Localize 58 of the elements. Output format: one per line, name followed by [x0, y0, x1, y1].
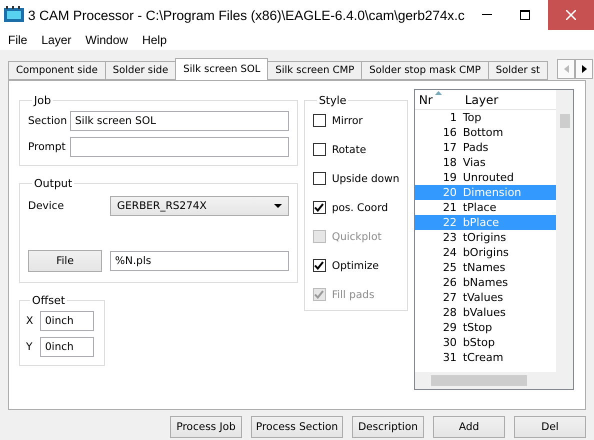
- tab[interactable]: Solder stop mask CMP: [361, 61, 489, 80]
- horizontal-scrollbar[interactable]: [414, 372, 573, 389]
- checkmark-icon: [314, 203, 324, 212]
- checkbox[interactable]: [312, 259, 326, 272]
- checkbox[interactable]: [312, 201, 326, 214]
- action-button[interactable]: Del: [514, 416, 586, 438]
- group-title: Style: [318, 94, 348, 107]
- menu-item[interactable]: Window: [85, 33, 136, 47]
- device-dropdown[interactable]: GERBER_RS274X: [110, 196, 289, 216]
- checkmark-icon: [314, 290, 324, 299]
- checkbox[interactable]: [312, 143, 326, 156]
- x-offset-field[interactable]: 0inch: [40, 311, 94, 331]
- close-icon[interactable]: [566, 10, 576, 20]
- action-button[interactable]: Description: [352, 416, 424, 438]
- minimize-icon[interactable]: [482, 14, 492, 16]
- sort-arrow-icon: [434, 91, 442, 95]
- checkbox-option[interactable]: Rotate: [312, 138, 400, 161]
- group-title: Output: [33, 177, 74, 190]
- menu-item[interactable]: Help: [142, 33, 175, 47]
- checkmark-icon: [314, 261, 324, 270]
- section-field[interactable]: Silk screen SOL: [70, 111, 289, 131]
- field-label: Prompt: [28, 141, 67, 153]
- right-arrow-icon: [582, 65, 586, 73]
- prompt-field[interactable]: [70, 137, 289, 157]
- file-button[interactable]: File: [28, 250, 102, 272]
- field-label: Device: [28, 200, 65, 212]
- menu-item[interactable]: File: [8, 33, 36, 47]
- checkbox-option[interactable]: Mirror: [312, 109, 400, 132]
- vertical-scrollbar[interactable]: [556, 90, 573, 372]
- action-button[interactable]: Add: [433, 416, 505, 438]
- tab[interactable]: Silk screen CMP: [267, 61, 362, 80]
- checkbox-option[interactable]: Optimize: [312, 254, 400, 277]
- y-offset-field[interactable]: 0inch: [40, 337, 94, 357]
- checkbox[interactable]: [312, 114, 326, 127]
- scroll-right-button[interactable]: [575, 59, 593, 79]
- file-field[interactable]: %N.pls: [110, 251, 289, 271]
- action-button[interactable]: Process Section: [251, 416, 343, 438]
- checkbox-option[interactable]: Upside down: [312, 167, 400, 190]
- app-icon: [4, 6, 24, 24]
- checkbox[interactable]: [312, 172, 326, 185]
- tab[interactable]: Solder st: [488, 61, 548, 80]
- action-button[interactable]: Process Job: [170, 416, 242, 438]
- window-title: 3 CAM Processor - C:\Program Files (x86)\EAGLE-6.4.0\cam\gerb274x.c: [28, 8, 465, 22]
- field-label: X: [26, 315, 34, 327]
- checkbox-option[interactable]: pos. Coord: [312, 196, 400, 219]
- maximize-icon[interactable]: [520, 10, 530, 20]
- field-label: Y: [26, 341, 34, 353]
- caret-icon: [274, 204, 282, 208]
- left-arrow-icon: [564, 65, 568, 73]
- tab[interactable]: Solder side: [104, 61, 176, 80]
- column-header[interactable]: Layer: [460, 92, 551, 106]
- field-label: Section: [28, 115, 68, 127]
- column-header[interactable]: Nr: [414, 92, 461, 106]
- group-title: Job: [32, 94, 52, 107]
- menu-item[interactable]: Layer: [41, 33, 80, 47]
- group-title: Offset: [31, 294, 66, 307]
- tab[interactable]: Silk screen SOL: [175, 58, 268, 80]
- tab[interactable]: Component side: [8, 61, 106, 80]
